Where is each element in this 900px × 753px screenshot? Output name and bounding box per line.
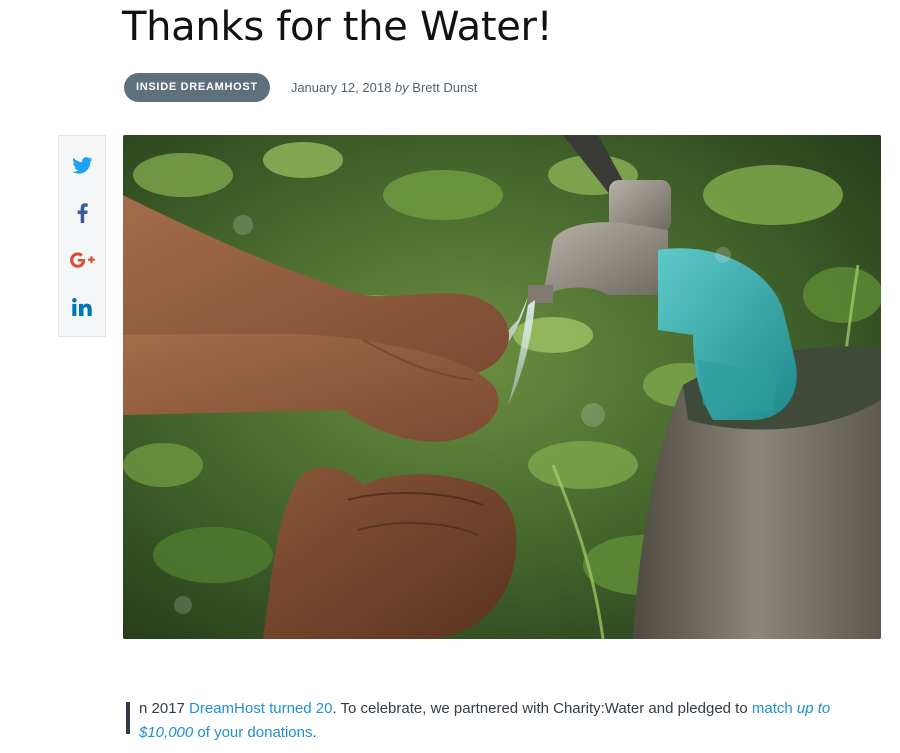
share-linkedin-button[interactable]: [66, 291, 98, 323]
by-word: by: [394, 80, 409, 95]
category-badge[interactable]: INSIDE DREAMHOST: [124, 73, 270, 102]
facebook-icon: [77, 202, 88, 223]
intro-text-3: .: [312, 724, 317, 741]
match-link-part-2: of your donations: [193, 724, 313, 741]
google-plus-icon: [69, 251, 95, 268]
hero-illustration: [123, 135, 881, 639]
hero-image: [123, 135, 881, 639]
dreamhost-turned-20-link[interactable]: DreamHost turned 20: [189, 700, 332, 717]
dropcap-marker: [126, 702, 130, 734]
article-intro: n 2017 DreamHost turned 20. To celebrate…: [126, 697, 886, 745]
social-share-bar: [58, 135, 106, 337]
article-page: Thanks for the Water! INSIDE DREAMHOST J…: [0, 0, 900, 753]
share-google-plus-button[interactable]: [66, 244, 98, 276]
publish-date: January 12, 2018: [290, 80, 392, 95]
intro-text-2: . To celebrate, we partnered with Charit…: [332, 700, 752, 717]
share-facebook-button[interactable]: [66, 197, 98, 229]
share-twitter-button[interactable]: [66, 150, 98, 182]
byline: January 12, 2018 by Brett Dunst: [291, 80, 477, 95]
intro-paragraph: n 2017 DreamHost turned 20. To celebrate…: [126, 697, 886, 745]
author-name: Brett Dunst: [412, 80, 478, 95]
twitter-icon: [71, 157, 92, 174]
article-meta: INSIDE DREAMHOST January 12, 2018 by Bre…: [124, 73, 477, 102]
linkedin-icon: [72, 297, 92, 316]
article-title: Thanks for the Water!: [122, 4, 553, 50]
intro-text-1: n 2017: [139, 700, 190, 717]
match-link-part-1: match: [751, 700, 797, 717]
